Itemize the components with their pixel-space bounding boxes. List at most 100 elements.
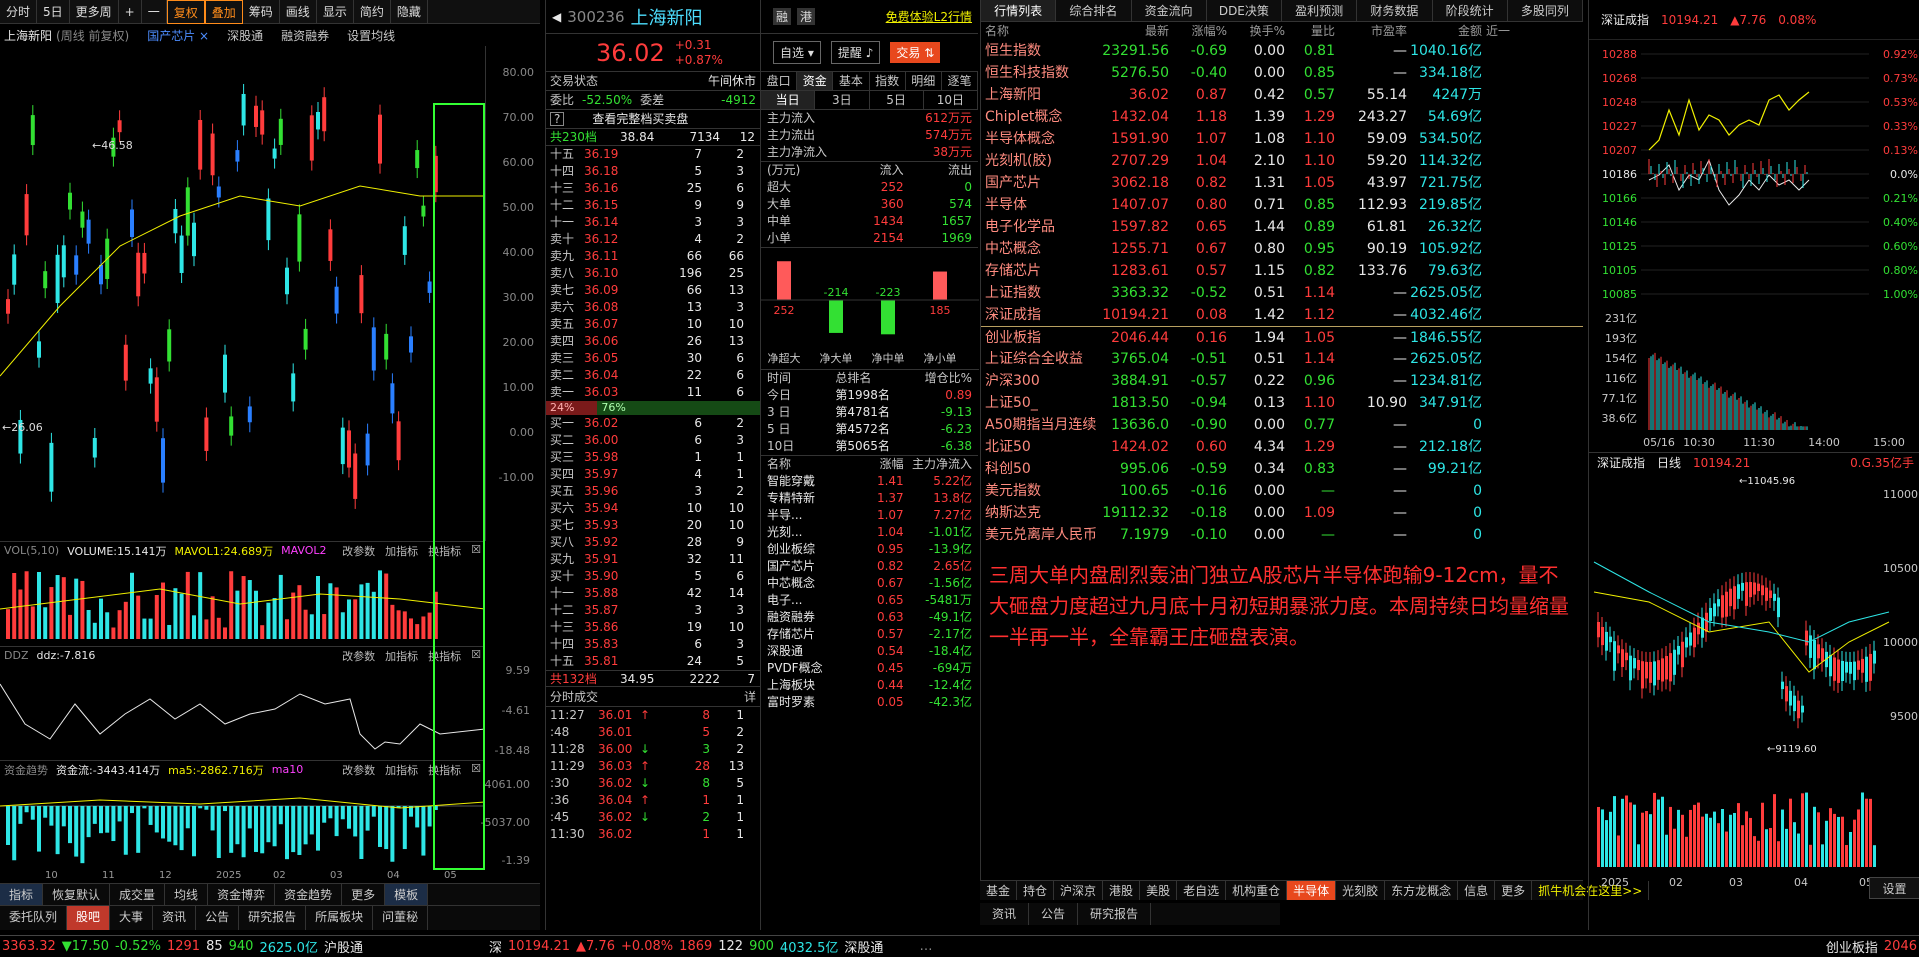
indicator-tab[interactable]: 均线 <box>165 884 209 905</box>
period-tab[interactable]: 3日 <box>815 91 870 109</box>
quote-row[interactable]: 美元指数 100.65 -0.16 0.00 — — 0 <box>981 480 1583 502</box>
sector-row[interactable]: 电子... 0.65 -5481万 <box>767 592 972 609</box>
hgt-label[interactable]: 沪股通 <box>324 937 363 956</box>
quote-name[interactable]: 上证综合全收益 <box>981 348 1099 370</box>
quote-name[interactable]: 创业板指 <box>981 327 1099 348</box>
quote-row[interactable]: 上证指数 3363.32 -0.52 0.51 1.14 —2625.05亿 <box>981 282 1583 304</box>
quote-name[interactable]: 国产芯片 <box>981 172 1099 194</box>
quotes-tab[interactable]: 财务数据 <box>1357 0 1433 21</box>
detail-tab[interactable]: 逐笔 <box>942 72 979 90</box>
quote-name[interactable]: 电子化学品 <box>981 216 1099 238</box>
quotes-tab[interactable]: 行情列表 <box>981 0 1057 21</box>
link-set-ma[interactable]: 设置均线 <box>347 27 395 44</box>
quote-row[interactable]: 电子化学品 1597.82 0.65 1.44 0.89 61.81 26.32亿 <box>981 216 1583 238</box>
toolbar-item[interactable]: 画线 <box>280 0 317 24</box>
quotes-tab[interactable]: 阶段统计 <box>1433 0 1508 21</box>
detail-tab[interactable]: 盘口 <box>761 72 798 90</box>
quote-row[interactable]: 科创50 995.06 -0.59 0.34 0.83 — 99.21亿 <box>981 458 1583 480</box>
toolbar-item[interactable]: 一 <box>142 0 167 24</box>
toolbar-item[interactable]: 5日 <box>37 0 70 24</box>
indicator-tab[interactable]: 恢复默认 <box>43 884 111 905</box>
indicator-tab[interactable]: 指标 <box>0 884 44 905</box>
quote-name[interactable]: 美元兑离岸人民币 <box>981 524 1099 546</box>
detail-tab[interactable]: 指数 <box>870 72 906 90</box>
sector-row[interactable]: 深股通 0.54 -18.4亿 <box>767 643 972 660</box>
quotes-head-cell[interactable]: 量比 <box>1285 22 1335 40</box>
sector-name[interactable]: 光刻... <box>767 524 856 541</box>
sector-name[interactable]: 融资融券 <box>767 609 856 626</box>
toolbar-item[interactable]: 显示 <box>317 0 354 24</box>
toolbar-item[interactable]: 叠加 <box>204 0 243 24</box>
quotes-head-cell[interactable]: 近一 <box>1482 22 1522 40</box>
sector-row[interactable]: 融资融券 0.63 -49.1亿 <box>767 609 972 626</box>
quotes-head-cell[interactable]: 金额 <box>1407 22 1482 40</box>
group-tab[interactable]: 东方龙概念 <box>1385 881 1459 900</box>
group-tab[interactable]: 机构重仓 <box>1226 881 1288 900</box>
indicator-tab[interactable]: 成交量 <box>110 884 166 905</box>
quote-name[interactable]: 恒生科技指数 <box>981 62 1099 84</box>
group-tab[interactable]: 半导体 <box>1287 881 1337 900</box>
group-tab[interactable]: 港股 <box>1103 881 1141 900</box>
sgt-label[interactable]: 深股通 <box>844 937 883 956</box>
info-tab[interactable]: 大事 <box>110 906 154 930</box>
indicator-tab[interactable]: 资金趋势 <box>275 884 343 905</box>
quotes-tab[interactable]: 多股同列 <box>1508 0 1583 21</box>
index-daily-chart[interactable]: 11000 10500 10000 9500 ←11045.96 ←9119.60 2025… <box>1589 472 1919 892</box>
toolbar-item[interactable]: 筹码 <box>243 0 280 24</box>
sector-row[interactable]: 专精特新 1.37 13.8亿 <box>767 490 972 507</box>
edit-param-button[interactable]: 改参数 <box>342 762 375 778</box>
group-tab[interactable]: 持仓 <box>1017 881 1055 900</box>
add-indicator-button[interactable]: 加指标 <box>385 543 418 559</box>
toolbar-item[interactable]: 简约 <box>354 0 391 24</box>
sector-row[interactable]: PVDF概念 0.45 -694万 <box>767 660 972 677</box>
trade-button[interactable]: 交易 ⇅ <box>890 42 941 63</box>
sector-name[interactable]: 存储芯片 <box>767 626 856 643</box>
info-tab[interactable]: 资讯 <box>153 906 197 930</box>
quotes-head-cell[interactable]: 最新 <box>1099 22 1169 40</box>
period-tab[interactable]: 当日 <box>761 91 816 109</box>
info-tab[interactable]: 委托队列 <box>0 906 68 930</box>
quote-row[interactable]: 存储芯片 1283.61 0.57 1.15 0.82 133.76 79.63亿 <box>981 260 1583 282</box>
quote-row[interactable]: 北证50 1424.02 0.60 4.34 1.29 — 212.18亿 <box>981 436 1583 458</box>
quote-name[interactable]: 半导体概念 <box>981 128 1099 150</box>
ticks-detail-button[interactable]: 详 <box>744 687 756 706</box>
detail-tab[interactable]: 基本 <box>833 72 870 90</box>
quote-name[interactable]: 光刻机(胶) <box>981 150 1099 172</box>
sector-name[interactable]: 中芯概念 <box>767 575 856 592</box>
kline-chart[interactable]: ←46.58 ←26.06 <box>0 46 485 541</box>
quote-row[interactable]: 深证成指 10194.21 0.08 1.42 1.12 —4032.46亿 <box>981 304 1583 326</box>
sector-name[interactable]: PVDF概念 <box>767 660 856 677</box>
quote-name[interactable]: 半导体 <box>981 194 1099 216</box>
quotes-head-cell[interactable]: 市盈率 <box>1335 22 1407 40</box>
link-rongzi[interactable]: 融资融券 <box>281 27 329 44</box>
group-tab[interactable]: 基金 <box>980 881 1018 900</box>
sector-row[interactable]: 创业板综 0.95 -13.9亿 <box>767 541 972 558</box>
sector-row[interactable]: 存储芯片 0.57 -2.17亿 <box>767 626 972 643</box>
quotes-head-cell[interactable]: 涨幅% <box>1169 22 1227 40</box>
quote-row[interactable]: 上海新阳 36.02 0.87 0.42 0.57 55.14 4247万 <box>981 84 1583 106</box>
toolbar-item[interactable]: 更多周 <box>70 0 119 24</box>
quote-row[interactable]: A50期指当月连续 13636.0 -0.90 0.00 0.77 — 0 <box>981 414 1583 436</box>
news-tab[interactable]: 资讯 <box>980 903 1030 925</box>
indicator-tab[interactable]: 更多 <box>342 884 386 905</box>
sector-row[interactable]: 国产芯片 0.82 2.65亿 <box>767 558 972 575</box>
quote-name[interactable]: 纳斯达克 <box>981 502 1099 524</box>
quote-row[interactable]: 光刻机(胶) 2707.29 1.04 2.10 1.10 59.20 114.32亿 <box>981 150 1583 172</box>
sector-name[interactable]: 富时罗素 <box>767 694 856 711</box>
period-tab[interactable]: 5日 <box>870 91 924 109</box>
quote-row[interactable]: 恒生科技指数 5276.50 -0.40 0.00 0.85 — 334.18亿 <box>981 62 1583 84</box>
group-tab[interactable]: 信息 <box>1458 881 1496 900</box>
add-indicator-button[interactable]: 加指标 <box>385 762 418 778</box>
sector-name[interactable]: 深股通 <box>767 643 856 660</box>
edit-param-button[interactable]: 改参数 <box>342 648 375 664</box>
group-tab[interactable]: 光刻胶 <box>1336 881 1386 900</box>
close-icon[interactable]: × <box>199 29 209 43</box>
quotes-tab[interactable]: 盈利预测 <box>1282 0 1358 21</box>
group-tab[interactable]: 更多 <box>1495 881 1533 900</box>
quote-row[interactable]: 上证综合全收益 3765.04 -0.51 0.51 1.14 —2625.05亿 <box>981 348 1583 370</box>
toolbar-item[interactable]: + <box>119 0 142 24</box>
add-indicator-button[interactable]: 加指标 <box>385 648 418 664</box>
link-shengutong[interactable]: 深股通 <box>227 27 263 44</box>
quote-row[interactable]: 上证50_ 1813.50 -0.94 0.13 1.10 10.90 347.91亿 <box>981 392 1583 414</box>
sector-row[interactable]: 中芯概念 0.67 -1.56亿 <box>767 575 972 592</box>
